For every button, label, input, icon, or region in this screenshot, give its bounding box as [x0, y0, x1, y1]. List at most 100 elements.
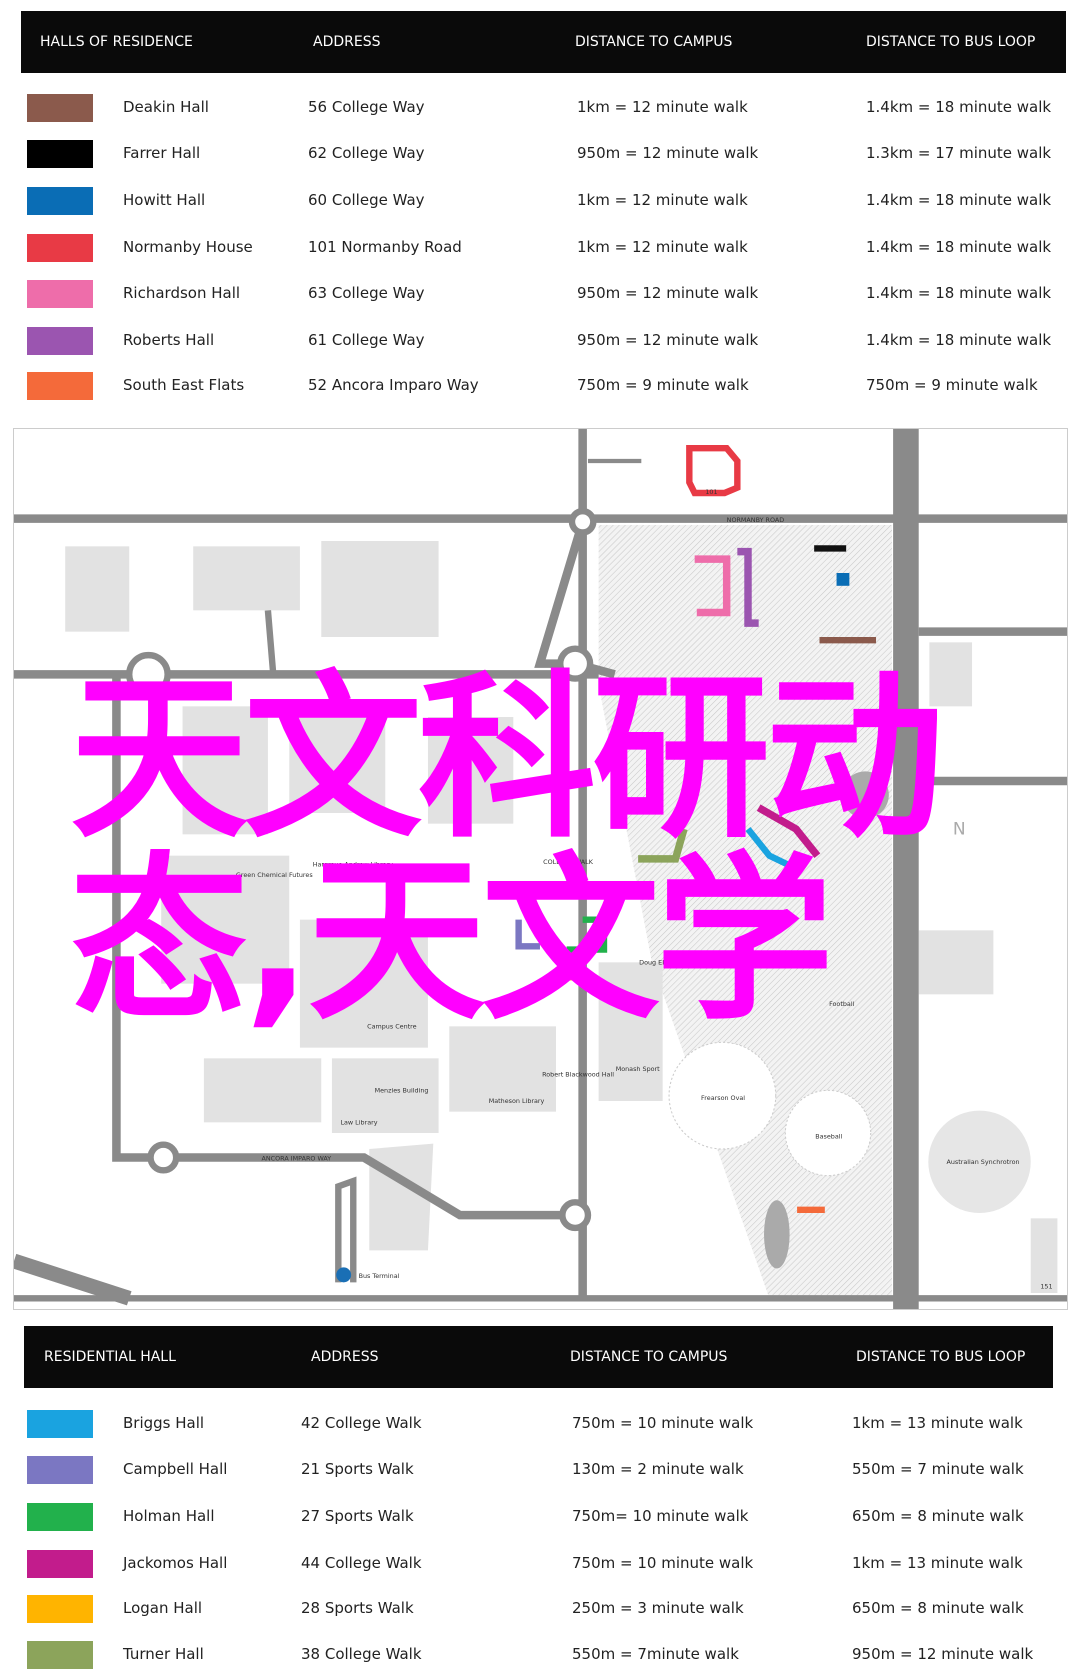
header-address: ADDRESS — [313, 34, 381, 50]
header-bus: DISTANCE TO BUS LOOP — [866, 34, 1036, 50]
distance-to-bus-loop: 950m = 12 minute walk — [852, 1645, 1034, 1663]
hall-color-swatch — [27, 1595, 93, 1623]
table-row: Logan Hall 28 Sports Walk 250m = 3 minute … — [0, 1595, 1080, 1625]
hall-name: Holman Hall — [123, 1507, 215, 1525]
hall-address: 21 Sports Walk — [301, 1460, 414, 1478]
hall-name: South East Flats — [123, 376, 245, 394]
hall-color-swatch — [27, 280, 93, 308]
label-synchrotron: Australian Synchrotron — [946, 1158, 1019, 1166]
distance-to-campus: 1km = 12 minute walk — [577, 98, 748, 116]
hall-color-swatch — [27, 1550, 93, 1578]
table-row: Deakin Hall 56 College Way 1km = 12 minute… — [0, 94, 1080, 124]
distance-to-bus-loop: 1.4km = 18 minute walk — [866, 191, 1052, 209]
bottom-table-header: RESIDENTIAL HALL ADDRESS DISTANCE TO CAM… — [24, 1326, 1053, 1388]
header-bus: DISTANCE TO BUS LOOP — [856, 1349, 1026, 1365]
distance-to-campus: 750m = 10 minute walk — [572, 1414, 754, 1432]
label-law: Law Library — [340, 1118, 377, 1126]
hall-color-swatch — [27, 327, 93, 355]
label-menzies: Menzies Building — [375, 1086, 429, 1094]
hall-name: Briggs Hall — [123, 1414, 205, 1432]
north-arrow: N — [953, 819, 966, 839]
distance-to-campus: 130m = 2 minute walk — [572, 1460, 744, 1478]
hall-name: Jackomos Hall — [123, 1554, 228, 1572]
distance-to-campus: 1km = 12 minute walk — [577, 191, 748, 209]
hall-name: Logan Hall — [123, 1599, 203, 1617]
hall-address: 27 Sports Walk — [301, 1507, 414, 1525]
label-frearson: Frearson Oval — [701, 1094, 745, 1102]
hall-color-swatch — [27, 234, 93, 262]
hall-address: 56 College Way — [308, 98, 425, 116]
hall-color-swatch — [27, 187, 93, 215]
table-row: Roberts Hall 61 College Way 950m = 12 minu… — [0, 327, 1080, 357]
header-residential-hall: RESIDENTIAL HALL — [44, 1349, 176, 1365]
table-row: Howitt Hall 60 College Way 1km = 12 minute… — [0, 187, 1080, 217]
distance-to-campus: 1km = 12 minute walk — [577, 238, 748, 256]
label-monash-sport: Monash Sport — [616, 1065, 660, 1073]
header-address: ADDRESS — [311, 1349, 379, 1365]
hall-name: Turner Hall — [123, 1645, 204, 1663]
hall-address: 60 College Way — [308, 191, 425, 209]
table-row: Turner Hall 38 College Walk 550m = 7minute… — [0, 1641, 1080, 1671]
distance-to-campus: 950m = 12 minute walk — [577, 284, 759, 302]
distance-to-bus-loop: 1.4km = 18 minute walk — [866, 284, 1052, 302]
hall-address: 44 College Walk — [301, 1554, 422, 1572]
distance-to-bus-loop: 1km = 13 minute walk — [852, 1414, 1023, 1432]
distance-to-bus-loop: 750m = 9 minute walk — [866, 376, 1038, 394]
hall-name: Roberts Hall — [123, 331, 215, 349]
distance-to-bus-loop: 1km = 13 minute walk — [852, 1554, 1023, 1572]
hall-color-swatch — [27, 140, 93, 168]
distance-to-campus: 750m = 10 minute walk — [572, 1554, 754, 1572]
hall-address: 63 College Way — [308, 284, 425, 302]
distance-to-bus-loop: 650m = 8 minute walk — [852, 1507, 1024, 1525]
label-baseball: Baseball — [815, 1132, 842, 1140]
label-football: Football — [829, 1000, 855, 1008]
label-bus-terminal: Bus Terminal — [359, 1272, 400, 1280]
hall-color-swatch — [27, 1641, 93, 1669]
distance-to-campus: 950m = 12 minute walk — [577, 331, 759, 349]
hall-name: Normanby House — [123, 238, 253, 256]
hall-address: 61 College Way — [308, 331, 425, 349]
label-normanby-road: NORMANBY ROAD — [727, 516, 785, 524]
header-halls: HALLS OF RESIDENCE — [40, 34, 193, 50]
table-row: Normanby House 101 Normanby Road 1km = 12 … — [0, 234, 1080, 264]
label-ancora: ANCORA IMPARO WAY — [262, 1155, 332, 1163]
distance-to-campus: 250m = 3 minute walk — [572, 1599, 744, 1617]
hall-address: 38 College Walk — [301, 1645, 422, 1663]
table-row: Holman Hall 27 Sports Walk 750m= 10 minute… — [0, 1503, 1080, 1533]
hall-address: 62 College Way — [308, 144, 425, 162]
label-151: 151 — [1040, 1283, 1052, 1291]
table-row: Richardson Hall 63 College Way 950m = 12 m… — [0, 280, 1080, 310]
label-101: 101 — [705, 488, 717, 496]
header-campus: DISTANCE TO CAMPUS — [570, 1349, 728, 1365]
hall-color-swatch — [27, 372, 93, 400]
overlay-title-line-2: 态,天文学 — [70, 837, 834, 1044]
hall-name: Farrer Hall — [123, 144, 201, 162]
distance-to-campus: 550m = 7minute walk — [572, 1645, 739, 1663]
top-table-header: HALLS OF RESIDENCE ADDRESS DISTANCE TO C… — [21, 11, 1066, 73]
bus-terminal-icon[interactable] — [336, 1267, 352, 1283]
table-row: Jackomos Hall 44 College Walk 750m = 10 mi… — [0, 1550, 1080, 1580]
howitt-hall-building — [836, 573, 850, 586]
hall-name: Campbell Hall — [123, 1460, 228, 1478]
hall-address: 28 Sports Walk — [301, 1599, 414, 1617]
table-row: Farrer Hall 62 College Way 950m = 12 minut… — [0, 140, 1080, 170]
distance-to-bus-loop: 550m = 7 minute walk — [852, 1460, 1024, 1478]
hall-name: Richardson Hall — [123, 284, 241, 302]
hall-color-swatch — [27, 1456, 93, 1484]
label-robert-blackwood: Robert Blackwood Hall — [542, 1070, 614, 1078]
distance-to-campus: 750m= 10 minute walk — [572, 1507, 749, 1525]
table-row: Briggs Hall 42 College Walk 750m = 10 minu… — [0, 1410, 1080, 1440]
hall-color-swatch — [27, 1503, 93, 1531]
table-row: Campbell Hall 21 Sports Walk 130m = 2 minu… — [0, 1456, 1080, 1486]
hall-address: 101 Normanby Road — [308, 238, 462, 256]
hall-address: 52 Ancora Imparo Way — [308, 376, 479, 394]
label-matheson: Matheson Library — [489, 1097, 545, 1105]
hall-name: Deakin Hall — [123, 98, 209, 116]
distance-to-bus-loop: 1.4km = 18 minute walk — [866, 238, 1052, 256]
distance-to-campus: 750m = 9 minute walk — [577, 376, 749, 394]
distance-to-campus: 950m = 12 minute walk — [577, 144, 759, 162]
distance-to-bus-loop: 1.4km = 18 minute walk — [866, 331, 1052, 349]
header-campus: DISTANCE TO CAMPUS — [575, 34, 733, 50]
distance-to-bus-loop: 1.3km = 17 minute walk — [866, 144, 1052, 162]
hall-name: Howitt Hall — [123, 191, 206, 209]
